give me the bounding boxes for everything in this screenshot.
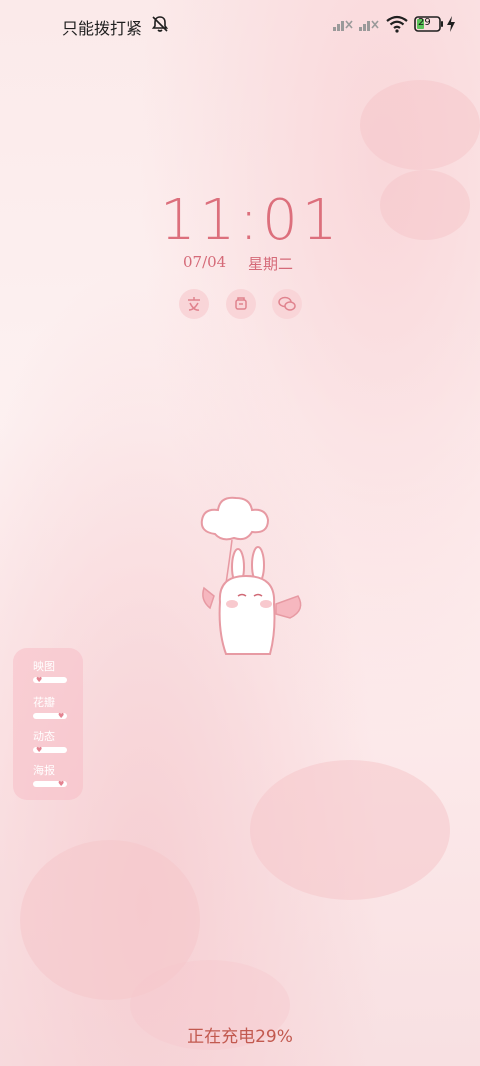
widget-item[interactable]: 花瓣 ♥ xyxy=(33,696,79,720)
heart-icon: ♥ xyxy=(36,746,43,754)
heart-icon: ♥ xyxy=(58,712,65,720)
lockscreen-weekday: 星期二 xyxy=(248,255,294,273)
battery-level: 29 xyxy=(418,17,431,28)
widget-item-label: 花瓣 xyxy=(33,696,55,709)
wifi-icon xyxy=(386,15,408,33)
widget-item[interactable]: 映图 ♥ xyxy=(33,660,79,684)
widget-item-bar: ♥ xyxy=(33,780,67,788)
heart-icon: ♥ xyxy=(58,780,65,788)
widget-item-label: 映图 xyxy=(33,660,55,673)
widget-item[interactable]: 海报 ♥ xyxy=(33,764,79,788)
cup-icon xyxy=(235,297,247,310)
signal-icon xyxy=(333,20,353,31)
lockscreen-date: 07/04 xyxy=(183,253,227,271)
bunny-balloon-illustration xyxy=(200,496,302,655)
signal-icon xyxy=(359,20,379,31)
lockscreen-clock: 11:01 xyxy=(160,188,342,253)
status-mode-text: 只能拨打紧 xyxy=(62,19,143,38)
chat-icon xyxy=(278,296,296,311)
widget-item-bar: ♥ xyxy=(33,712,67,720)
blossom-cluster xyxy=(380,170,470,240)
widget-item[interactable]: 动态 ♥ xyxy=(33,730,79,754)
widget-item-label: 动态 xyxy=(33,730,55,743)
blossom-cluster xyxy=(360,80,480,170)
widget-item-bar: ♥ xyxy=(33,746,67,754)
text-icon xyxy=(188,297,200,311)
status-bar: 只能拨打紧 29 xyxy=(0,0,480,52)
heart-icon: ♥ xyxy=(36,676,43,684)
shortcut-text-button[interactable] xyxy=(179,289,209,319)
blossom-cluster xyxy=(250,760,450,900)
bell-off-icon xyxy=(151,16,169,32)
shortcut-cup-button[interactable] xyxy=(226,289,256,319)
charging-bolt-icon xyxy=(447,16,455,32)
widget-item-bar: ♥ xyxy=(33,676,67,684)
charging-status: 正在充电29% xyxy=(187,1027,293,1047)
shortcut-chat-button[interactable] xyxy=(272,289,302,319)
widget-item-label: 海报 xyxy=(33,764,55,777)
widget-panel: 映图 ♥ 花瓣 ♥ 动态 ♥ 海报 ♥ xyxy=(13,648,83,800)
